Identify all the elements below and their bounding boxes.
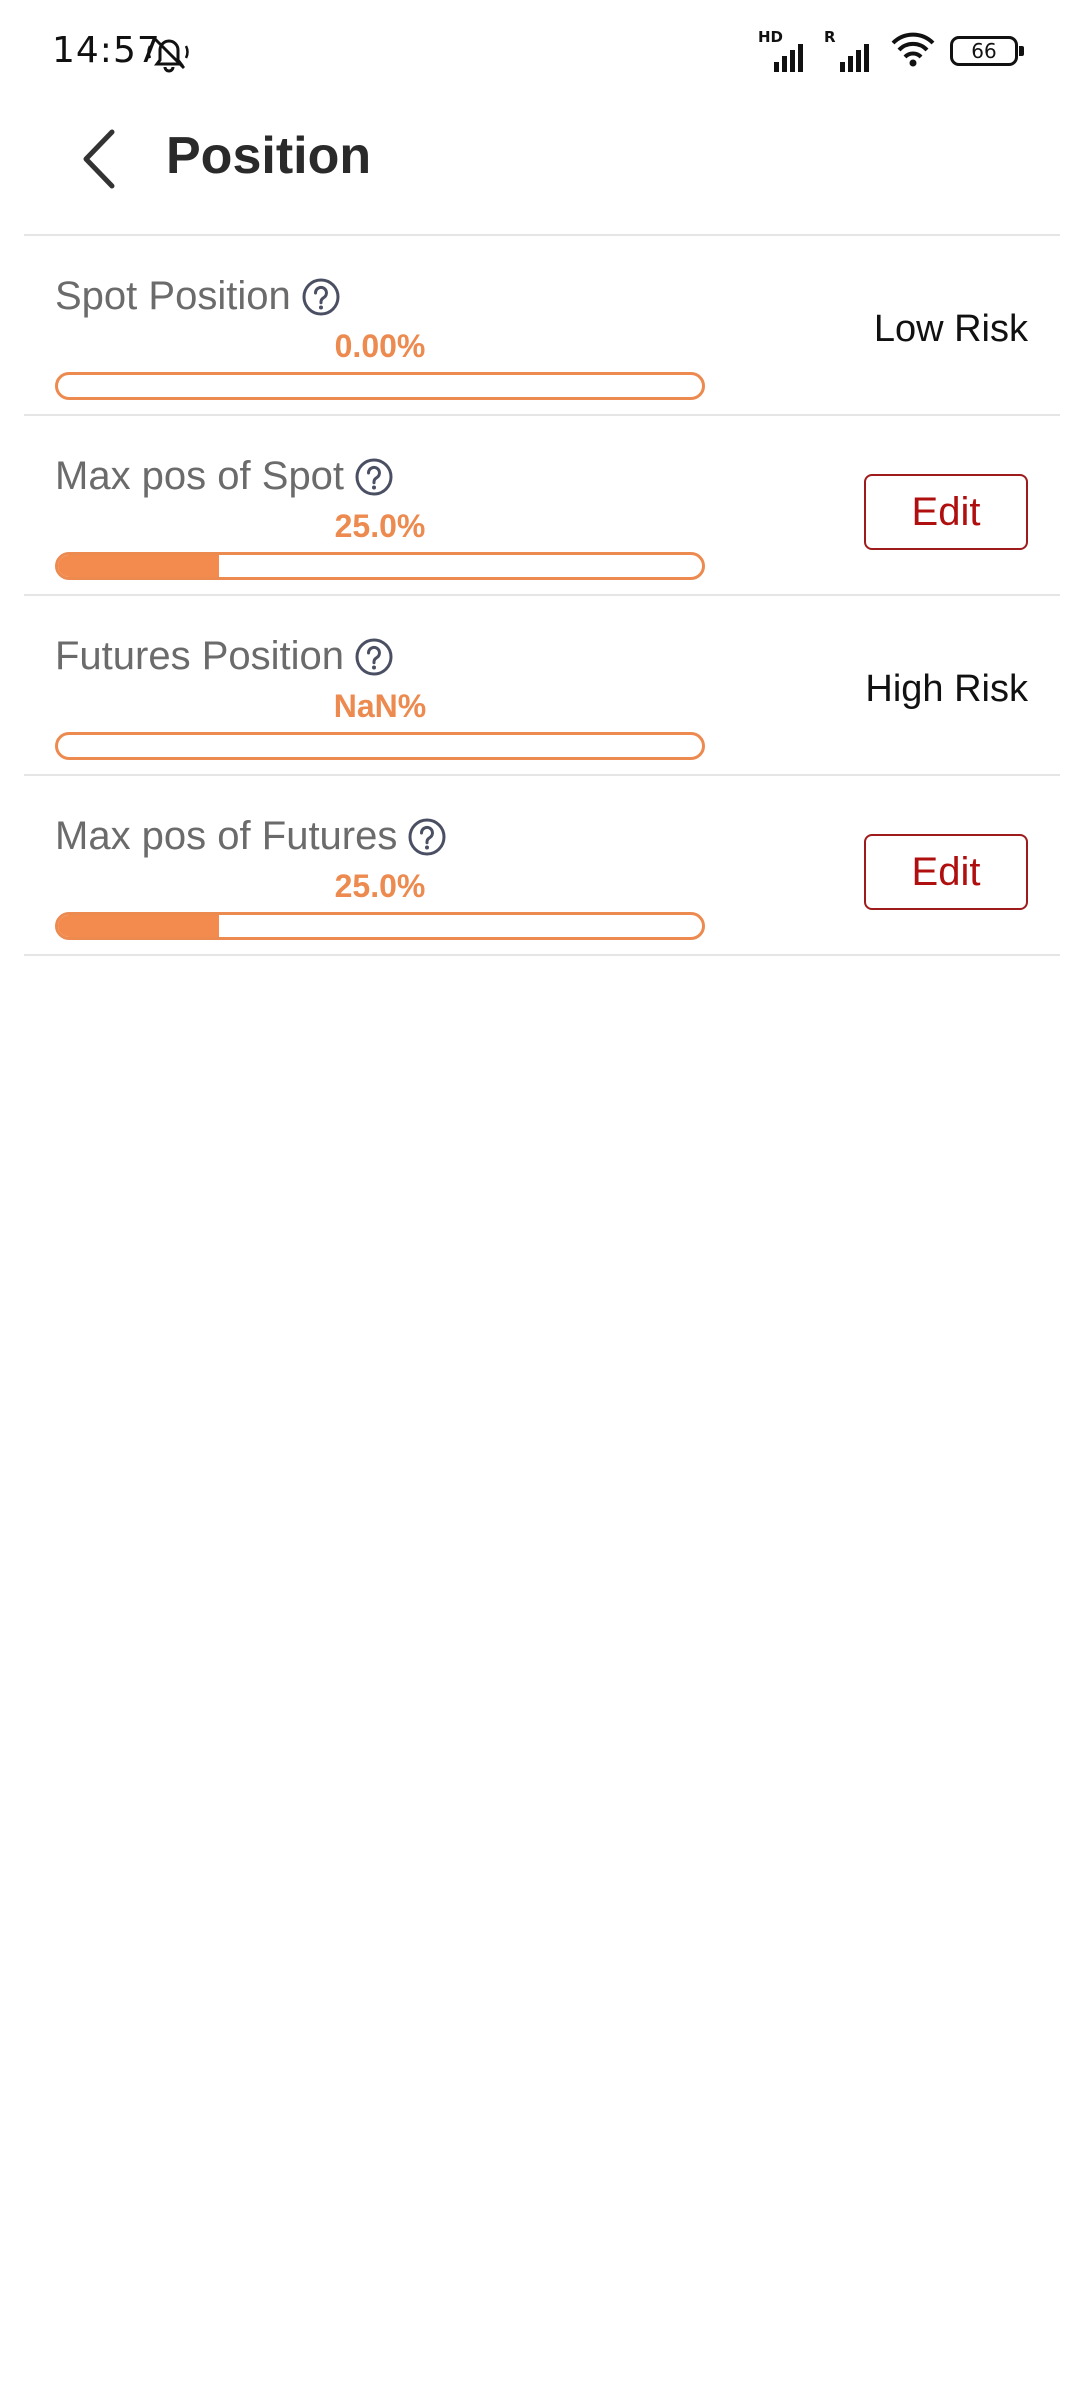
risk-status: High Risk: [865, 668, 1028, 710]
spot-position-row: Spot Position 0.00% Low Risk: [24, 236, 1060, 416]
edit-spot-button[interactable]: Edit: [864, 474, 1028, 550]
row-label-wrap: Max pos of Futures: [55, 814, 447, 859]
progress-bar: [55, 552, 705, 580]
chevron-left-icon: [83, 129, 115, 189]
progress-fill: [58, 915, 219, 937]
signal-tag-r: R: [824, 28, 836, 46]
row-label-wrap: Max pos of Spot: [55, 454, 394, 499]
help-icon[interactable]: [354, 457, 394, 497]
mute-bell-icon: [146, 30, 192, 74]
progress-bar: [55, 912, 705, 940]
max-pos-spot-row: Max pos of Spot 25.0% Edit: [24, 416, 1060, 596]
row-label: Futures Position: [55, 634, 345, 678]
percent-value: 25.0%: [334, 868, 426, 904]
cell-signal-icon: HD: [758, 28, 810, 72]
wifi-icon: [890, 29, 936, 72]
progress-fill: [58, 555, 219, 577]
status-time: 14:57: [52, 30, 161, 71]
progress-bar: [55, 372, 705, 400]
help-icon[interactable]: [354, 637, 394, 677]
percent-value: 0.00%: [334, 328, 426, 364]
row-label-wrap: Futures Position: [55, 634, 394, 679]
progress-bar: [55, 732, 705, 760]
battery-icon: 66: [950, 36, 1024, 66]
status-bar: 14:57 HD R 66: [0, 0, 1080, 100]
row-label-wrap: Spot Position: [55, 274, 341, 319]
percent-value: 25.0%: [334, 508, 426, 544]
row-label: Max pos of Spot: [55, 454, 345, 498]
back-button[interactable]: [70, 124, 130, 194]
edit-futures-button[interactable]: Edit: [864, 834, 1028, 910]
max-pos-futures-row: Max pos of Futures 25.0% Edit: [24, 776, 1060, 956]
page-header: Position: [0, 100, 1080, 236]
cell-signal-icon: R: [824, 28, 876, 72]
futures-position-row: Futures Position NaN% High Risk: [24, 596, 1060, 776]
help-icon[interactable]: [301, 277, 341, 317]
row-label: Spot Position: [55, 274, 291, 318]
page-title: Position: [166, 127, 372, 185]
row-label: Max pos of Futures: [55, 814, 398, 858]
percent-value: NaN%: [333, 688, 427, 724]
risk-status: Low Risk: [873, 308, 1028, 350]
position-list: Spot Position 0.00% Low Risk Max pos of …: [24, 236, 1060, 956]
status-icons: HD R 66: [758, 28, 1024, 72]
help-icon[interactable]: [407, 817, 447, 857]
